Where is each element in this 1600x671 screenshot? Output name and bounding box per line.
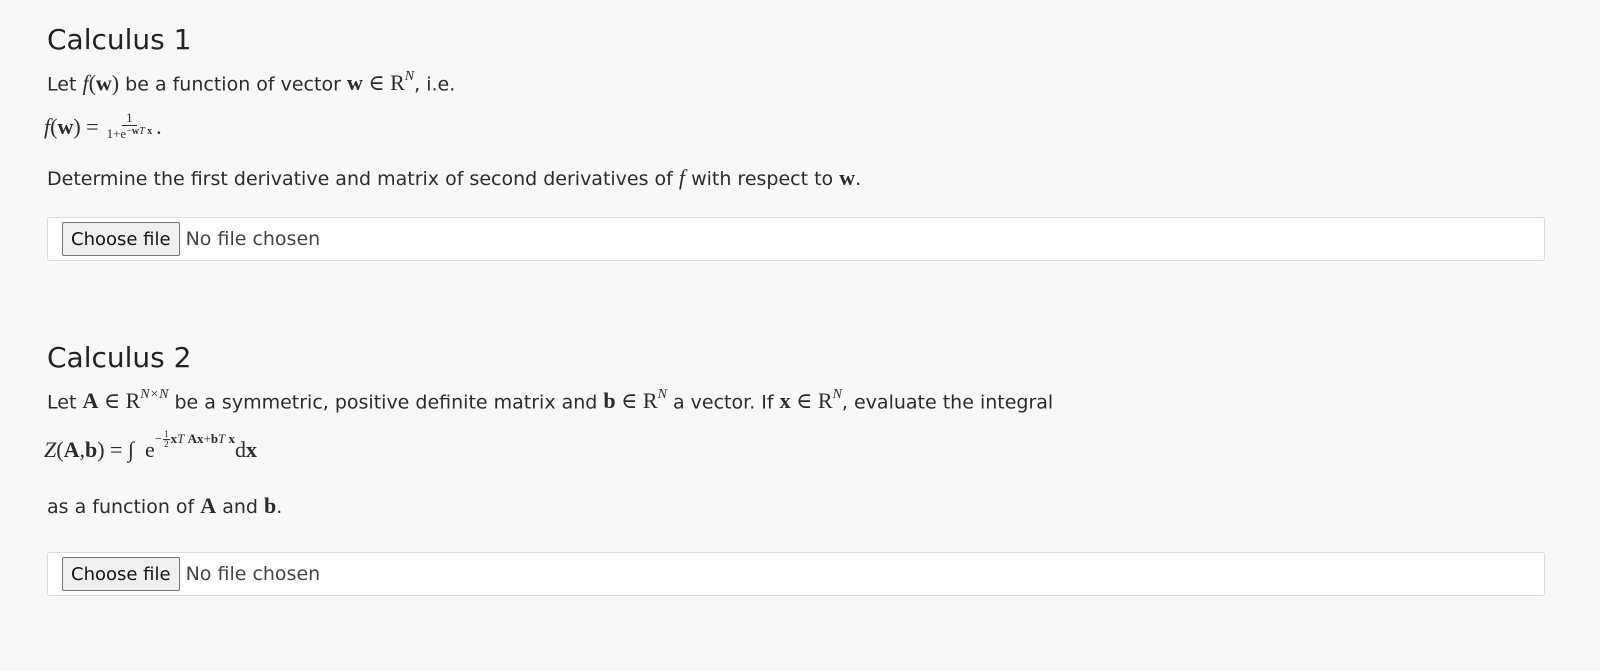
file-upload-field: Choose file No file chosen	[47, 552, 1545, 596]
calc2-integral: Z(A, b) = ∫ e −1 2 x T Ax + b T xdx	[44, 428, 258, 463]
file-upload-field: Choose file No file chosen	[47, 217, 1545, 261]
calculus-1-section: Calculus 1 Let f(w) be a function of vec…	[44, 22, 1561, 192]
file-status: No file chosen	[185, 563, 321, 585]
file-status: No file chosen	[185, 228, 321, 250]
calc2-closing: as a function of A and b.	[47, 493, 283, 519]
choose-file-button[interactable]: Choose file	[62, 557, 180, 591]
calculus-2-section: Calculus 2 Let A ∈ RN×N be a symmetric, …	[44, 340, 1561, 520]
calc1-formula: f(w) = 1 1+e−wT x .	[44, 110, 162, 142]
calc2-intro: Let A ∈ RN×N be a symmetric, positive de…	[47, 387, 1054, 414]
calc1-question: Determine the first derivative and matri…	[47, 165, 862, 191]
choose-file-button[interactable]: Choose file	[62, 222, 180, 256]
calc1-intro: Let f(w) be a function of vector w ∈ RN,…	[47, 69, 456, 96]
section-title: Calculus 2	[47, 341, 192, 374]
section-title: Calculus 1	[47, 23, 192, 56]
